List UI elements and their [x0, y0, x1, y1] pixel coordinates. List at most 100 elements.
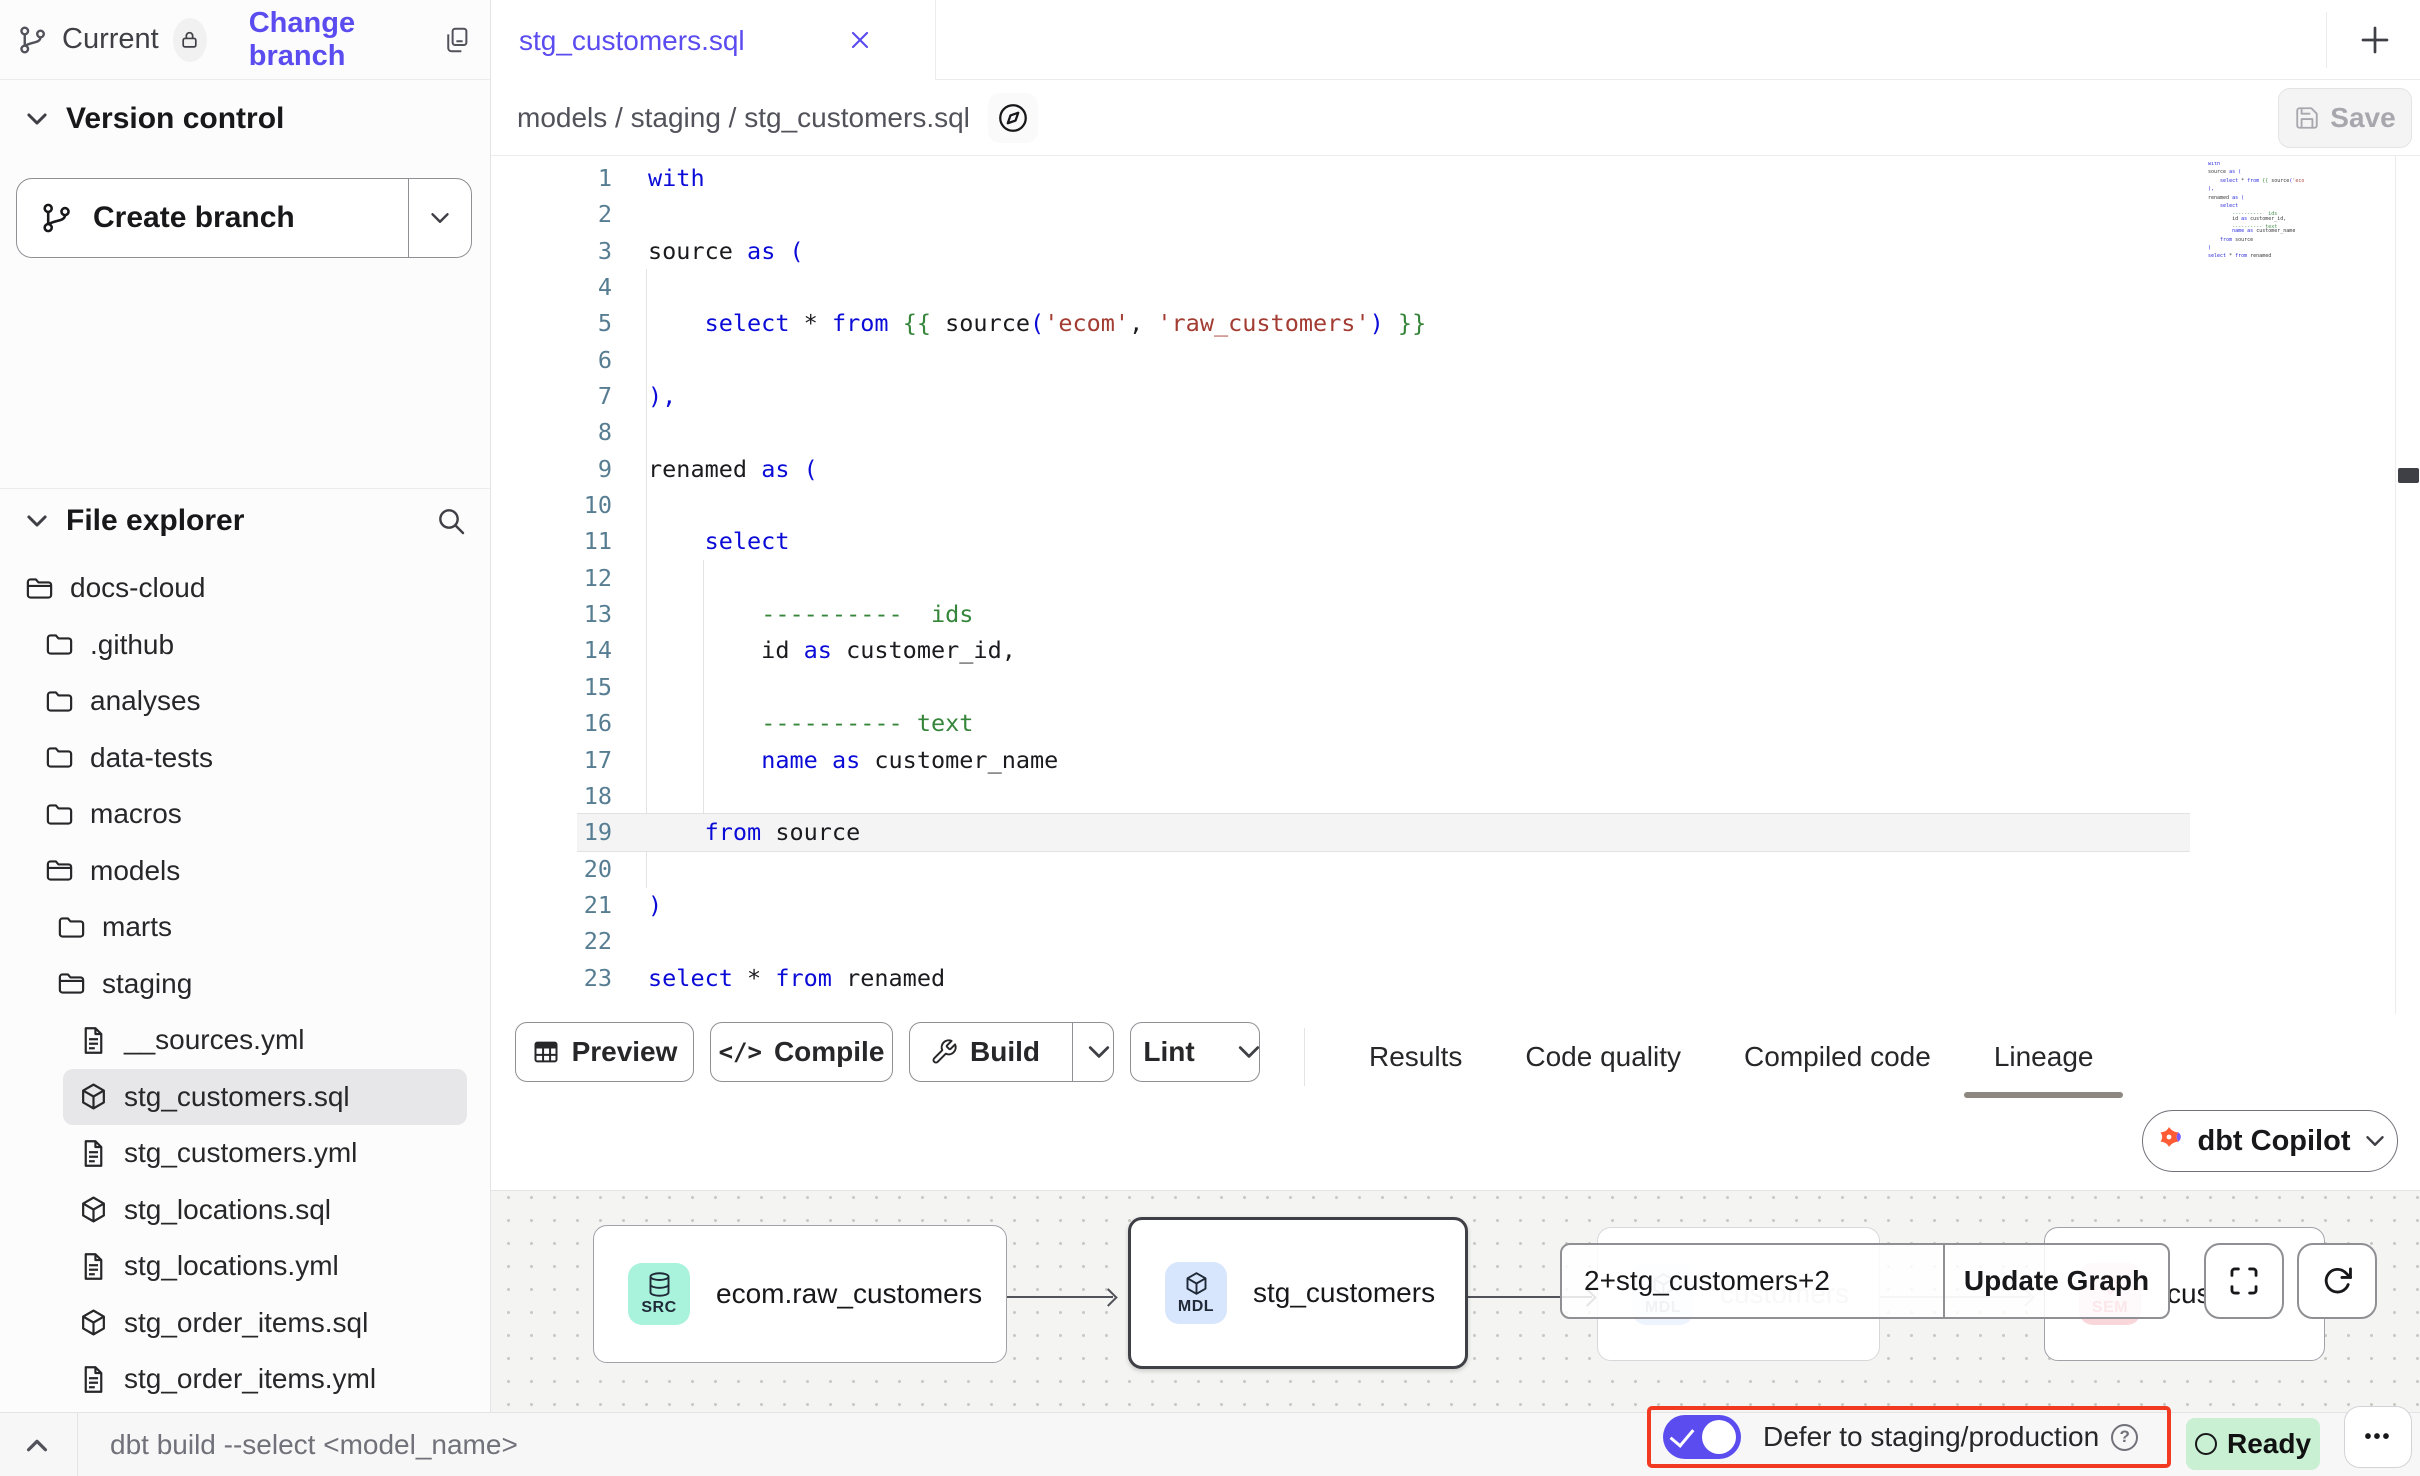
code-line[interactable]: 17 name as customer_name	[491, 742, 1426, 778]
code-line[interactable]: 5 select * from {{ source('ecom', 'raw_c…	[491, 305, 1426, 341]
file-tree-item[interactable]: stg_customers.sql	[63, 1069, 467, 1126]
file-tree-item[interactable]: stg_order_items.yml	[0, 1351, 491, 1408]
line-number: 18	[491, 778, 612, 814]
preview-button[interactable]: Preview	[515, 1022, 694, 1082]
compass-icon[interactable]	[988, 93, 1038, 143]
tab-lineage[interactable]: Lineage	[1994, 1041, 2094, 1073]
breadcrumb-part[interactable]: models	[517, 102, 607, 134]
lineage-node-ecom-raw-customers[interactable]: SRC ecom.raw_customers	[593, 1225, 1007, 1363]
dbt-copilot-button[interactable]: dbt Copilot	[2142, 1110, 2398, 1172]
breadcrumb-separator: /	[607, 102, 630, 134]
lineage-node-stg-customers[interactable]: MDLstg_customers	[1128, 1217, 1468, 1369]
build-button[interactable]: Build	[909, 1022, 1114, 1082]
code-line[interactable]: 9renamed as (	[491, 451, 1426, 487]
badge-label: SRC	[641, 1299, 676, 1317]
file-tree-item[interactable]: macros	[0, 786, 491, 843]
file-tree-item[interactable]: stg_order_items.sql	[0, 1295, 491, 1352]
breadcrumb-part[interactable]: staging	[631, 102, 721, 134]
build-dropdown[interactable]	[1085, 1023, 1113, 1081]
code-line[interactable]: 16 ---------- text	[491, 705, 1426, 741]
code-line[interactable]: 4	[491, 269, 1426, 305]
breadcrumb-part[interactable]: stg_customers.sql	[744, 102, 970, 134]
code-line[interactable]: 3source as (	[491, 233, 1426, 269]
code-line[interactable]: select * from renamed	[2172, 254, 2304, 258]
change-branch-link[interactable]: Change branch	[249, 7, 412, 73]
code-icon: </>	[719, 1038, 762, 1066]
file-tree-item[interactable]: .github	[0, 617, 491, 674]
save-button[interactable]: Save	[2278, 88, 2412, 148]
new-tab-button[interactable]	[2353, 18, 2397, 62]
code-line[interactable]: 23select * from renamed	[491, 960, 1426, 996]
folder-open-icon	[24, 573, 55, 604]
code-line[interactable]: 20	[491, 851, 1426, 887]
tab-stg-customers-sql[interactable]: stg_customers.sql	[491, 0, 936, 81]
compile-button[interactable]: </> Compile	[710, 1022, 893, 1082]
file-tree-item[interactable]: data-tests	[0, 730, 491, 787]
file-icon	[78, 1138, 109, 1169]
lineage-node-label: ecom.raw_customers	[716, 1278, 982, 1310]
code-line[interactable]: 22	[491, 923, 1426, 959]
code-line[interactable]: 14 id as customer_id,	[491, 632, 1426, 668]
scrollbar-thumb[interactable]	[2398, 468, 2419, 483]
code-line[interactable]: 11 select	[491, 523, 1426, 559]
lint-dropdown[interactable]	[1235, 1023, 1263, 1081]
folder-open-icon	[56, 968, 87, 999]
code-line[interactable]: 18	[491, 778, 1426, 814]
code-line[interactable]: 15	[491, 669, 1426, 705]
command-input[interactable]: dbt build --select <model_name>	[110, 1413, 518, 1476]
defer-label: Defer to staging/production	[1763, 1421, 2099, 1453]
minimap[interactable]: with source as ( select * from {{ source…	[2172, 162, 2304, 258]
file-tree-item[interactable]: marts	[0, 899, 491, 956]
code-line[interactable]: 6	[491, 342, 1426, 378]
code-line[interactable]: 7),	[491, 378, 1426, 414]
file-tree-item[interactable]: staging	[0, 956, 491, 1013]
fullscreen-button[interactable]	[2204, 1243, 2284, 1319]
save-label: Save	[2330, 102, 2395, 134]
line-number: 15	[491, 669, 612, 705]
file-tree-item[interactable]: analyses	[0, 673, 491, 730]
file-tree-item[interactable]: stg_locations.sql	[0, 1182, 491, 1239]
code-line[interactable]: 13 ---------- ids	[491, 596, 1426, 632]
code-editor[interactable]: 1with2 3source as (4 5 select * from {{ …	[491, 156, 2420, 1014]
code-line[interactable]: 2	[491, 196, 1426, 232]
update-graph-button[interactable]: Update Graph	[1945, 1245, 2168, 1317]
code-line[interactable]: 8	[491, 414, 1426, 450]
code-line[interactable]: 19 from source	[491, 814, 1426, 850]
create-branch-button[interactable]: Create branch	[16, 178, 472, 258]
file-tree-item-label: stg_order_items.yml	[124, 1363, 376, 1395]
line-number: 7	[491, 378, 612, 414]
refresh-button[interactable]	[2297, 1243, 2377, 1319]
copy-icon[interactable]	[442, 25, 472, 55]
lineage-canvas[interactable]: SRCecom.raw_customersMDLstg_customersMDL…	[491, 1190, 2420, 1412]
help-icon[interactable]: ?	[2111, 1424, 2138, 1451]
lineage-selector-input[interactable]: 2+stg_customers+2	[1562, 1245, 1943, 1317]
create-branch-dropdown[interactable]	[409, 179, 471, 257]
code-line[interactable]: 1with	[491, 160, 1426, 196]
file-tree-item[interactable]: docs-cloud	[0, 560, 491, 617]
tab-code-quality[interactable]: Code quality	[1525, 1041, 1681, 1073]
tab-compiled-code[interactable]: Compiled code	[1744, 1041, 1931, 1073]
file-explorer-section-header[interactable]: File explorer	[24, 504, 467, 538]
dbt-cloud-ide: Current Change branch Version control Cr…	[0, 0, 2420, 1476]
more-options-button[interactable]: •••	[2344, 1406, 2412, 1468]
code-line[interactable]: 21)	[491, 887, 1426, 923]
version-control-section-header[interactable]: Version control	[24, 102, 284, 136]
code-line[interactable]: 12	[491, 560, 1426, 596]
file-tree-item-label: stg_customers.yml	[124, 1137, 357, 1169]
chevron-up-icon[interactable]	[22, 1431, 52, 1461]
file-tree-item[interactable]: models	[0, 843, 491, 900]
search-icon[interactable]	[435, 505, 467, 537]
code-line[interactable]: 10	[491, 487, 1426, 523]
save-icon	[2294, 105, 2320, 131]
defer-toggle[interactable]	[1663, 1415, 1741, 1459]
folder-open-icon	[44, 855, 75, 886]
folder-icon	[44, 629, 75, 660]
close-icon[interactable]	[846, 26, 874, 54]
code-lines[interactable]: 1with2 3source as (4 5 select * from {{ …	[491, 160, 1426, 996]
file-tree-item[interactable]: stg_customers.yml	[0, 1125, 491, 1182]
file-tree-item-label: stg_order_items.sql	[124, 1307, 368, 1339]
lint-button[interactable]: Lint	[1130, 1022, 1260, 1082]
file-tree-item[interactable]: __sources.yml	[0, 1012, 491, 1069]
tab-results[interactable]: Results	[1369, 1041, 1462, 1073]
file-tree-item[interactable]: stg_locations.yml	[0, 1238, 491, 1295]
